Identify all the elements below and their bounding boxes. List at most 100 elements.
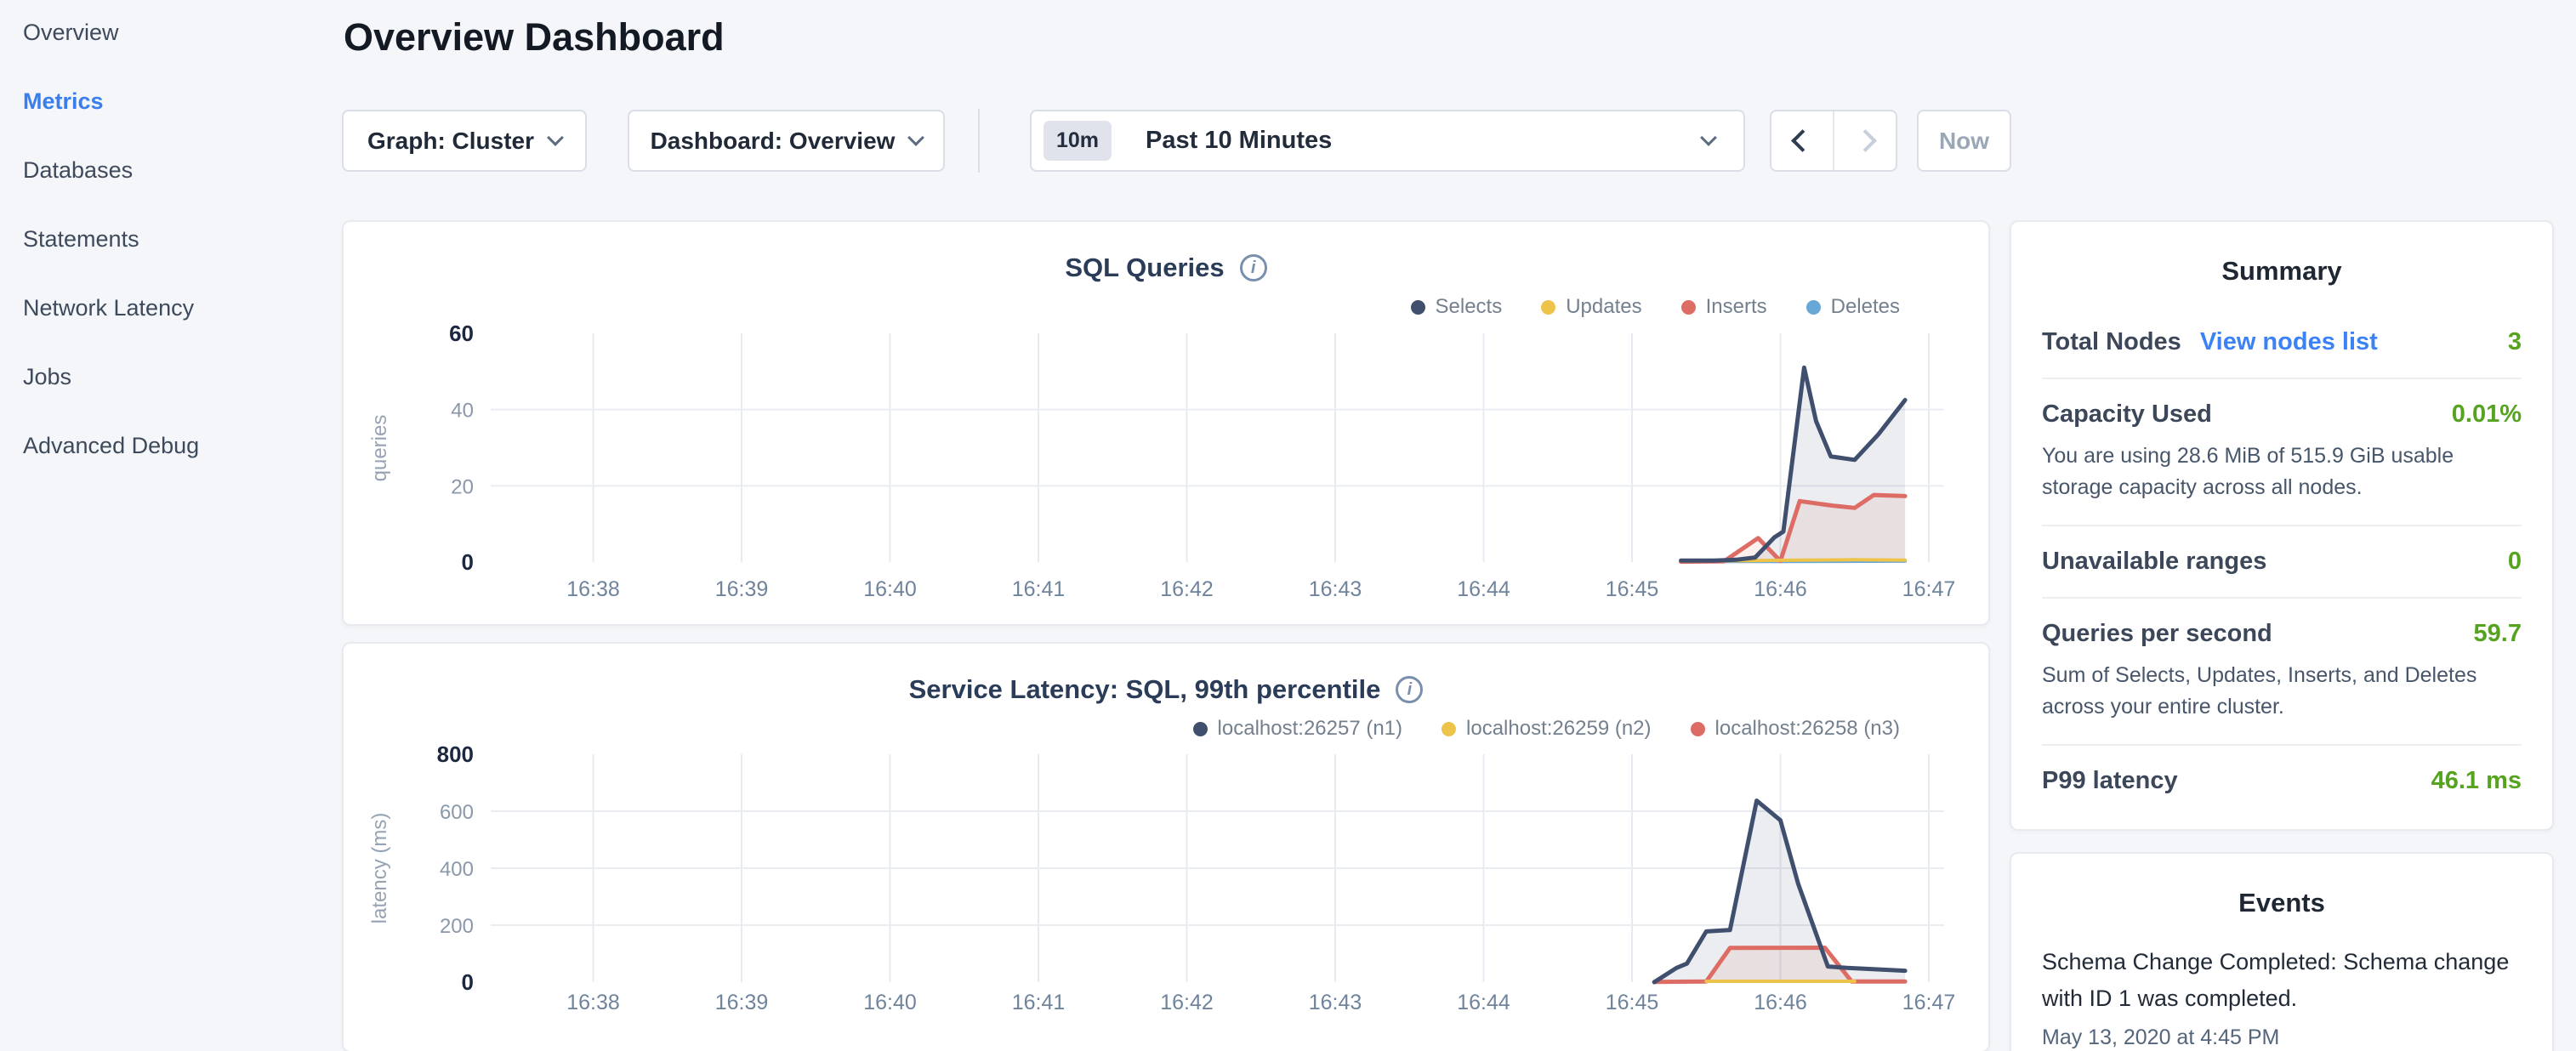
summary-row-value: 46.1 ms — [2431, 767, 2522, 795]
time-range-label: Past 10 Minutes — [1146, 127, 1332, 155]
sidebar-item-databases[interactable]: Databases — [23, 158, 342, 183]
summary-row: P99 latency 46.1 ms — [2042, 746, 2522, 816]
svg-text:16:44: 16:44 — [1457, 991, 1510, 1014]
svg-text:16:45: 16:45 — [1606, 991, 1659, 1014]
summary-title: Summary — [2042, 222, 2522, 287]
summary-row-label: Capacity Used — [2042, 401, 2212, 429]
sidebar-item-overview[interactable]: Overview — [23, 20, 342, 45]
svg-text:16:39: 16:39 — [715, 991, 769, 1014]
chart-title-row: Service Latency: SQL, 99th percentile i — [344, 674, 1988, 705]
view-nodes-list-link[interactable]: View nodes list — [2200, 328, 2378, 356]
summary-row-label: Total Nodes — [2042, 328, 2181, 356]
events-panel: Events Schema Change Completed: Schema c… — [2010, 852, 2554, 1051]
svg-text:latency (ms): latency (ms) — [368, 813, 391, 924]
legend-dot-icon — [1691, 722, 1705, 736]
legend-item: localhost:26257 (n1) — [1193, 717, 1402, 741]
svg-text:16:40: 16:40 — [863, 577, 917, 601]
chart-legend: Selects Updates Inserts Deletes — [1411, 295, 1901, 319]
svg-text:16:43: 16:43 — [1309, 577, 1362, 601]
legend-dot-icon — [1541, 300, 1555, 315]
svg-text:16:42: 16:42 — [1160, 991, 1214, 1014]
legend-label: Selects — [1436, 295, 1503, 319]
svg-text:400: 400 — [440, 858, 474, 881]
summary-row-label: Queries per second — [2042, 620, 2272, 648]
chart-legend: localhost:26257 (n1) localhost:26259 (n2)… — [1193, 717, 1900, 741]
app-root: Overview Metrics Databases Statements Networ… — [0, 0, 2576, 1051]
summary-row: Queries per second 59.7 Sum of Selects, Up… — [2042, 599, 2522, 746]
summary-row-value: 59.7 — [2474, 620, 2522, 648]
summary-row-label: Unavailable ranges — [2042, 548, 2266, 576]
sidebar-item-advanced-debug[interactable]: Advanced Debug — [23, 434, 342, 458]
sidebar-item-jobs[interactable]: Jobs — [23, 365, 342, 389]
summary-row-description: Sum of Selects, Updates, Inserts, and De… — [2042, 660, 2522, 723]
svg-text:200: 200 — [440, 915, 474, 938]
next-interval-button[interactable] — [1833, 111, 1896, 170]
sidebar-item-statements[interactable]: Statements — [23, 227, 342, 252]
sidebar-item-metrics[interactable]: Metrics — [23, 89, 342, 114]
graph-scope-dropdown-label: Graph: Cluster — [367, 128, 534, 155]
summary-rows: Total Nodes View nodes list 3 Capacity Used… — [2042, 307, 2522, 816]
legend-item: Deletes — [1806, 295, 1900, 319]
chart-title: SQL Queries — [1065, 253, 1224, 283]
svg-text:queries: queries — [368, 415, 391, 482]
legend-dot-icon — [1681, 300, 1696, 315]
legend-item: localhost:26259 (n2) — [1442, 717, 1651, 741]
summary-row: Capacity Used 0.01% You are using 28.6 MiB… — [2042, 379, 2522, 526]
svg-text:16:44: 16:44 — [1457, 577, 1510, 601]
summary-row: Unavailable ranges0 — [2042, 526, 2522, 599]
legend-dot-icon — [1193, 722, 1208, 736]
svg-text:600: 600 — [440, 801, 474, 824]
events-title: Events — [2042, 854, 2522, 918]
graph-scope-dropdown[interactable]: Graph: Cluster — [342, 110, 587, 172]
svg-text:16:40: 16:40 — [863, 991, 917, 1014]
legend-item: Updates — [1541, 295, 1641, 319]
legend-label: Deletes — [1831, 295, 1900, 319]
dashboard-content: 16:38 16:39 16:40 16:41 16:42 16:43 16:44 16:45… — [342, 220, 2554, 1051]
chevron-left-icon — [1791, 129, 1814, 152]
events-list: Schema Change Completed: Schema change w… — [2042, 944, 2522, 1050]
svg-text:16:42: 16:42 — [1160, 577, 1214, 601]
chart-title-row: SQL Queries i — [344, 253, 1988, 283]
event-item: Schema Change Completed: Schema change w… — [2042, 944, 2522, 1050]
legend-label: Inserts — [1706, 295, 1767, 319]
service-latency-chart-card: 16:38 16:39 16:40 16:41 16:42 16:43 16:44 16:45… — [342, 642, 1990, 1051]
event-text: Schema Change Completed: Schema change w… — [2042, 944, 2522, 1017]
summary-row-value: 3 — [2508, 328, 2522, 356]
summary-row-value: 0.01% — [2452, 401, 2522, 429]
chevron-right-icon — [1854, 129, 1877, 152]
svg-text:0: 0 — [462, 969, 474, 995]
info-icon[interactable]: i — [1240, 254, 1267, 281]
legend-label: localhost:26257 (n1) — [1218, 717, 1402, 741]
summary-panel: Summary Total Nodes View nodes list 3 Capac… — [2010, 220, 2554, 831]
legend-label: Updates — [1566, 295, 1641, 319]
time-interval-nav — [1770, 110, 1897, 172]
svg-text:0: 0 — [462, 549, 474, 575]
sql-queries-chart-card: 16:3816:3916:4016:4116:4216:4316:4416:45… — [342, 220, 1990, 626]
prev-interval-button[interactable] — [1771, 111, 1833, 170]
svg-text:16:43: 16:43 — [1309, 991, 1362, 1014]
dashboard-dropdown[interactable]: Dashboard: Overview — [628, 110, 945, 172]
summary-row-description: You are using 28.6 MiB of 515.9 GiB usab… — [2042, 440, 2522, 503]
controls-bar: Graph: Cluster Dashboard: Overview 10m P… — [342, 109, 2554, 173]
main-content: Overview Dashboard Graph: Cluster Dashbo… — [342, 0, 2554, 1051]
dashboard-dropdown-label: Dashboard: Overview — [651, 128, 896, 155]
svg-text:16:45: 16:45 — [1606, 577, 1659, 601]
now-button[interactable]: Now — [1917, 110, 2011, 172]
svg-text:16:39: 16:39 — [715, 577, 769, 601]
legend-label: localhost:26258 (n3) — [1715, 717, 1900, 741]
svg-text:16:46: 16:46 — [1754, 991, 1807, 1014]
sidebar-item-network-latency[interactable]: Network Latency — [23, 296, 342, 321]
legend-item: Selects — [1411, 295, 1503, 319]
controls-divider — [978, 109, 980, 173]
legend-dot-icon — [1806, 300, 1821, 315]
svg-text:16:46: 16:46 — [1754, 577, 1807, 601]
legend-label: localhost:26259 (n2) — [1466, 717, 1651, 741]
time-range-picker[interactable]: 10m Past 10 Minutes — [1030, 110, 1745, 172]
summary-row-label: P99 latency — [2042, 767, 2178, 795]
svg-text:16:38: 16:38 — [566, 991, 620, 1014]
svg-text:16:41: 16:41 — [1012, 991, 1066, 1014]
svg-text:16:47: 16:47 — [1902, 991, 1956, 1014]
chevron-down-icon — [547, 129, 564, 146]
info-icon[interactable]: i — [1396, 676, 1423, 703]
chevron-down-icon — [1700, 129, 1717, 146]
